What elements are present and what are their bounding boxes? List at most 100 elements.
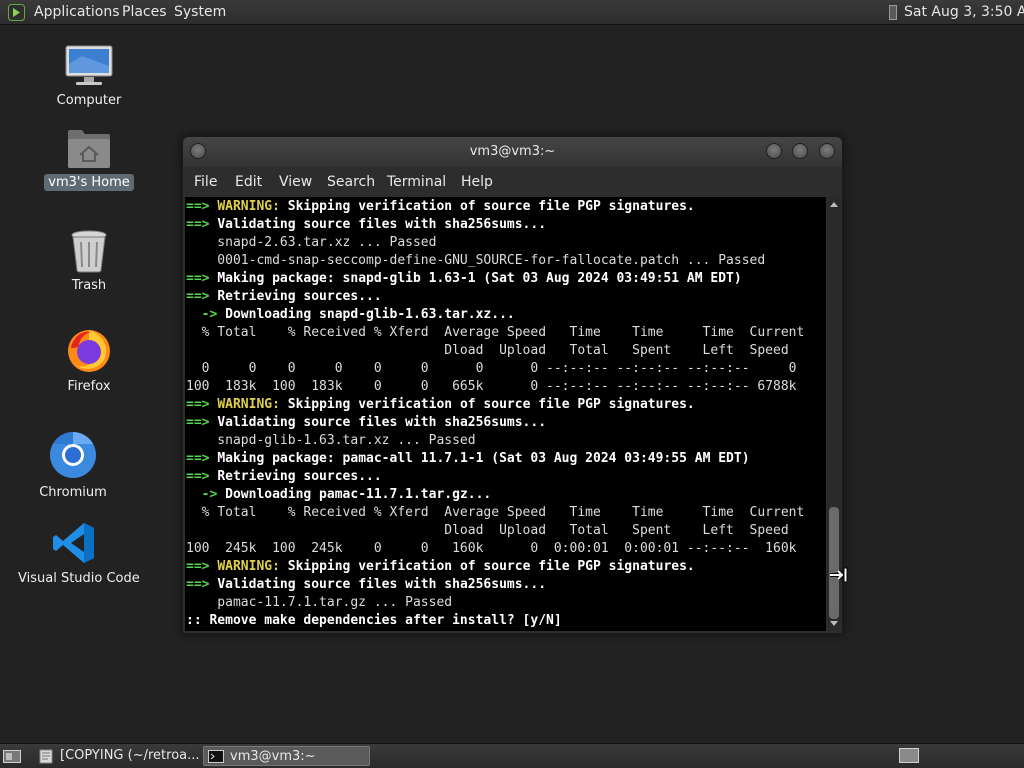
desktop-icon-label: vm3's Home — [44, 174, 134, 191]
terminal-line: ==> WARNING: Skipping verification of so… — [186, 396, 695, 414]
chromium-icon — [50, 432, 96, 478]
terminal-icon — [208, 750, 224, 763]
line-text: Validating source files with sha256sums.… — [217, 415, 547, 430]
computer-icon — [65, 45, 113, 85]
scroll-down-arrow-icon[interactable] — [830, 621, 838, 626]
terminal-output[interactable]: ==> WARNING: Skipping verification of so… — [185, 197, 826, 631]
terminal-line: ==> Validating source files with sha256s… — [186, 216, 546, 234]
terminal-scrollbar[interactable] — [827, 197, 841, 631]
terminal-line: Dload Upload Total Spent Left Speed — [186, 342, 789, 360]
line-prefix: ==> — [186, 217, 218, 232]
menu-help[interactable]: Help — [461, 174, 493, 190]
line-prefix: ==> — [186, 451, 218, 466]
line-text: Making package: snapd-glib 1.63-1 (Sat 0… — [217, 271, 742, 286]
line-text: 0001-cmd-snap-seccomp-define-GNU_SOURCE-… — [186, 253, 766, 268]
close-button[interactable] — [819, 143, 835, 159]
places-menu[interactable]: Places — [122, 4, 167, 20]
line-text: Downloading snapd-glib-1.63.tar.xz... — [225, 307, 515, 322]
menu-edit[interactable]: Edit — [235, 174, 262, 190]
line-text: pamac-11.7.1.tar.gz ... Passed — [186, 595, 453, 610]
scroll-up-arrow-icon[interactable] — [830, 202, 838, 207]
terminal-line: 0001-cmd-snap-seccomp-define-GNU_SOURCE-… — [186, 252, 765, 270]
line-prefix: ==> — [186, 577, 218, 592]
desktop-icon-chromium[interactable]: Chromium — [24, 430, 122, 501]
resize-cursor-icon — [830, 567, 848, 583]
line-prefix: ==> — [186, 415, 218, 430]
line-prefix: ==> — [186, 397, 218, 412]
terminal-line: -> Downloading snapd-glib-1.63.tar.xz... — [186, 306, 515, 324]
minimize-button[interactable] — [766, 143, 782, 159]
terminal-line: 100 245k 100 245k 0 0 160k 0 0:00:01 0:0… — [186, 540, 796, 558]
desktop-icon-label: Trash — [71, 278, 107, 293]
line-text: Retrieving sources... — [217, 469, 382, 484]
line-prefix: ==> — [186, 289, 218, 304]
line-text: 100 183k 100 183k 0 0 665k 0 --:--:-- --… — [186, 379, 797, 394]
line-text: 100 245k 100 245k 0 0 160k 0 0:00:01 0:0… — [186, 541, 797, 556]
desktop-icon-trash[interactable]: Trash — [40, 229, 138, 294]
line-prefix: ==> — [186, 271, 218, 286]
line-text: Skipping verification of source file PGP… — [279, 199, 695, 214]
line-text: snapd-glib-1.63.tar.xz ... Passed — [186, 433, 476, 448]
line-text: Skipping verification of source file PGP… — [279, 559, 695, 574]
desktop-icon-vscode[interactable]: Visual Studio Code — [14, 520, 140, 587]
terminal-line: % Total % Received % Xferd Average Speed… — [186, 504, 805, 522]
menu-search[interactable]: Search — [327, 174, 375, 190]
system-menu[interactable]: System — [174, 4, 226, 20]
desktop-icon-label: Chromium — [39, 485, 107, 500]
terminal-line: 0 0 0 0 0 0 0 0 --:--:-- --:--:-- --:--:… — [186, 360, 797, 378]
text-editor-icon — [39, 749, 53, 764]
terminal-line: 100 183k 100 183k 0 0 665k 0 --:--:-- --… — [186, 378, 796, 396]
applications-menu[interactable]: Applications — [34, 4, 120, 20]
desktop-icon-computer[interactable]: Computer — [40, 44, 138, 109]
top-panel: Applications Places System Sat Aug 3, 3:… — [0, 0, 1024, 25]
desktop-icon-label: Firefox — [67, 379, 111, 394]
line-prefix: ==> — [186, 199, 218, 214]
terminal-line: ==> WARNING: Skipping verification of so… — [186, 558, 695, 576]
workspace-switcher[interactable] — [899, 748, 919, 763]
desktop-icon-label: Visual Studio Code — [18, 571, 140, 586]
terminal-line: -> Downloading pamac-11.7.1.tar.gz... — [186, 486, 492, 504]
warning-label: WARNING: — [217, 397, 280, 412]
line-text: 0 0 0 0 0 0 0 0 --:--:-- --:--:-- --:--:… — [186, 361, 797, 376]
terminal-line: ==> Making package: pamac-all 11.7.1-1 (… — [186, 450, 750, 468]
line-text: snapd-2.63.tar.xz ... Passed — [186, 235, 437, 250]
clock[interactable]: Sat Aug 3, 3:50 AM — [904, 4, 1024, 20]
bottom-panel: [COPYING (~/retroa... vm3@vm3:~ — [0, 743, 1024, 768]
taskbar-item-label: [COPYING (~/retroa... — [60, 748, 200, 763]
line-text: Downloading pamac-11.7.1.tar.gz... — [225, 487, 492, 502]
window-title: vm3@vm3:~ — [469, 144, 556, 159]
terminal-window[interactable]: vm3@vm3:~ File Edit View Search Terminal… — [182, 136, 843, 634]
vscode-icon — [53, 523, 94, 563]
line-text: Retrieving sources... — [217, 289, 382, 304]
terminal-line: :: Remove make dependencies after instal… — [186, 612, 562, 630]
network-status-icon[interactable] — [889, 5, 897, 20]
taskbar-item-copying[interactable]: [COPYING (~/retroa... — [34, 746, 202, 766]
terminal-line: ==> Making package: snapd-glib 1.63-1 (S… — [186, 270, 742, 288]
desktop-icon-firefox[interactable]: Firefox — [40, 326, 138, 395]
prompt-text: :: Remove make dependencies after instal… — [186, 613, 562, 628]
terminal-line: ==> Retrieving sources... — [186, 288, 382, 306]
terminal-line: snapd-glib-1.63.tar.xz ... Passed — [186, 432, 476, 450]
menu-view[interactable]: View — [279, 174, 312, 190]
line-text: Dload Upload Total Spent Left Speed — [186, 343, 789, 358]
show-desktop-icon[interactable] — [3, 748, 21, 764]
window-titlebar[interactable]: vm3@vm3:~ — [183, 137, 842, 167]
line-text: Dload Upload Total Spent Left Speed — [186, 523, 789, 538]
menu-file[interactable]: File — [194, 174, 217, 190]
maximize-button[interactable] — [792, 143, 808, 159]
terminal-line: snapd-2.63.tar.xz ... Passed — [186, 234, 436, 252]
terminal-line: % Total % Received % Xferd Average Speed… — [186, 324, 805, 342]
menu-terminal[interactable]: Terminal — [387, 174, 446, 190]
line-text: Skipping verification of source file PGP… — [279, 397, 695, 412]
terminal-line: ==> Validating source files with sha256s… — [186, 576, 546, 594]
scrollbar-thumb[interactable] — [829, 507, 839, 619]
terminal-line: ==> WARNING: Skipping verification of so… — [186, 198, 695, 216]
line-arrow: -> — [186, 307, 226, 322]
mate-logo-icon[interactable] — [8, 4, 25, 21]
terminal-line: pamac-11.7.1.tar.gz ... Passed — [186, 594, 452, 612]
desktop-icon-home[interactable]: vm3's Home — [40, 128, 138, 191]
line-text: Validating source files with sha256sums.… — [217, 217, 547, 232]
taskbar-item-label: vm3@vm3:~ — [230, 749, 316, 764]
warning-label: WARNING: — [217, 199, 280, 214]
taskbar-item-terminal[interactable]: vm3@vm3:~ — [203, 746, 370, 766]
